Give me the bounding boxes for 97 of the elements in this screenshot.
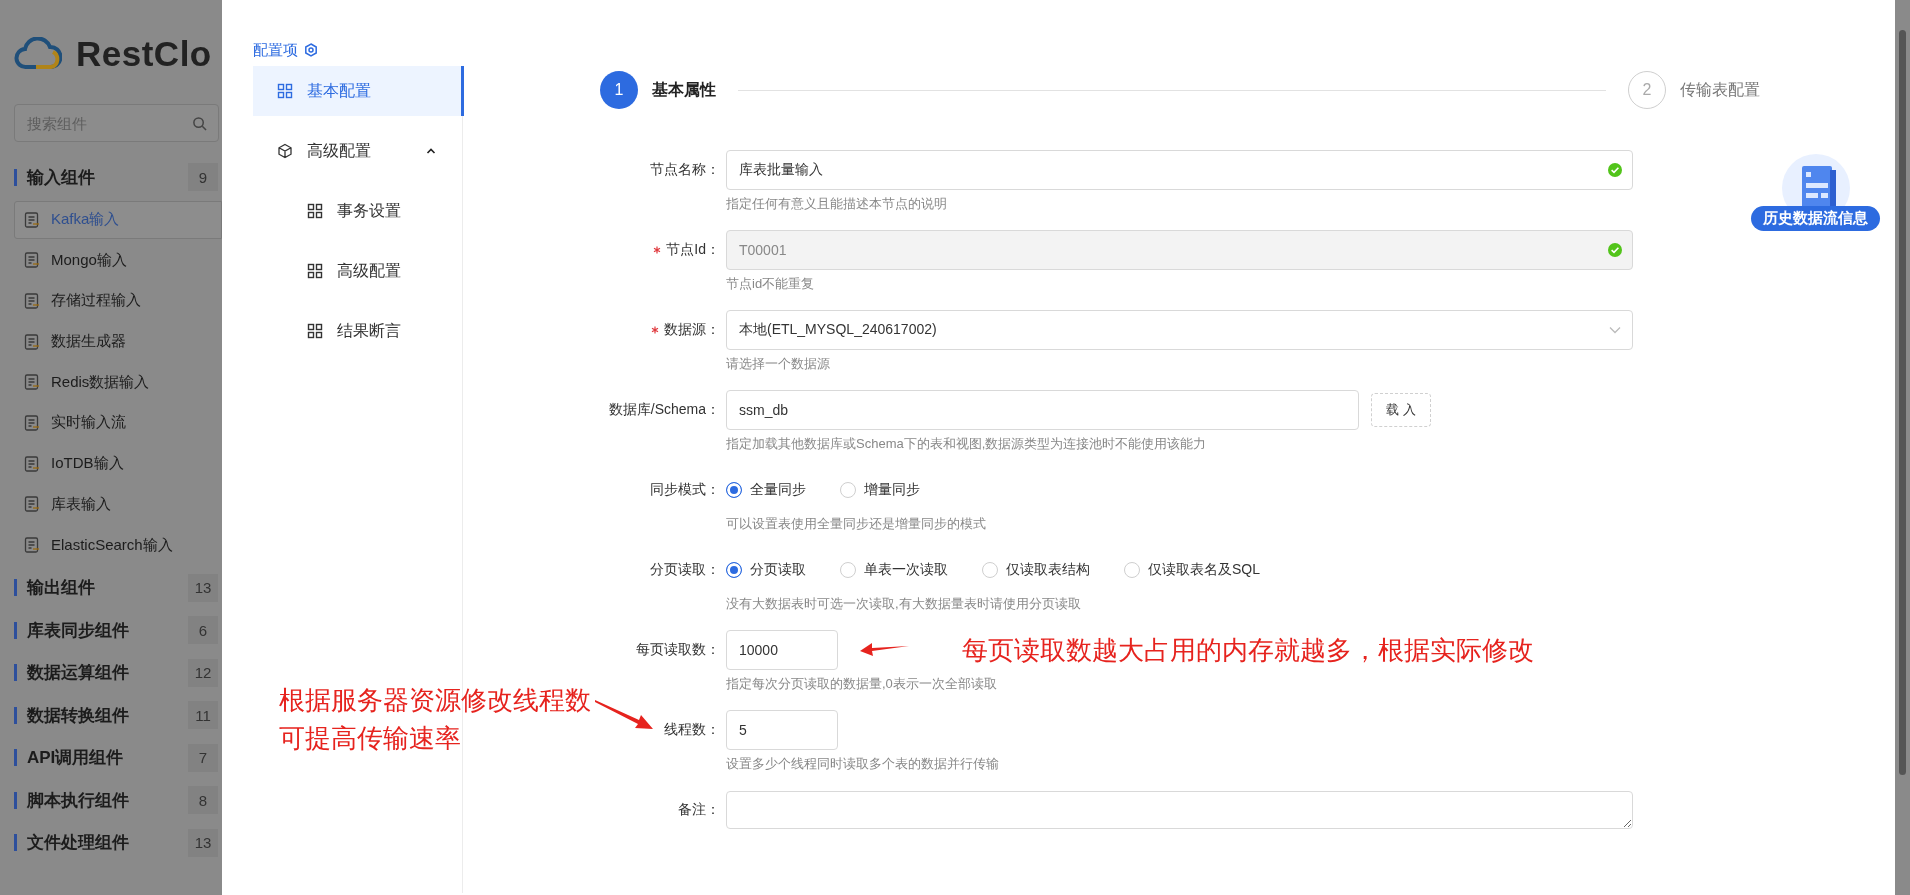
document-icon	[23, 536, 41, 554]
category-title[interactable]: 数据转换组件	[27, 703, 188, 727]
category-title[interactable]: API调用组件	[27, 746, 188, 770]
count-badge: 7	[188, 743, 218, 772]
document-icon	[23, 332, 41, 351]
input-field[interactable]: 5	[726, 710, 838, 750]
panel-title: 配置项	[253, 40, 298, 60]
component-item[interactable]: IoTDB输入	[14, 444, 222, 483]
grid-icon	[307, 263, 323, 279]
count-badge: 13	[188, 573, 218, 602]
annotation-text: 可提高传输速率	[279, 722, 462, 755]
grid-icon	[307, 203, 323, 219]
category-marker	[14, 168, 17, 186]
component-item[interactable]: 库表输入	[14, 485, 222, 524]
field-label: 节点Id：	[666, 241, 720, 259]
select-field[interactable]: 本地(ETL_MYSQL_240617002)	[726, 310, 1633, 350]
radio-button[interactable]	[726, 482, 742, 498]
category-marker	[14, 749, 17, 767]
help-text: 指定任何有意义且能描述本节点的说明	[726, 195, 948, 212]
category-title[interactable]: 库表同步组件	[27, 618, 188, 642]
input-field[interactable]: 库表批量输入	[726, 150, 1633, 190]
count-badge: 11	[188, 701, 218, 730]
field-label: 分页读取：	[650, 561, 720, 579]
category-marker	[14, 579, 17, 597]
settings-icon	[304, 43, 318, 57]
category-marker	[14, 834, 17, 852]
nav-item[interactable]: 高级配置	[253, 246, 464, 296]
history-button[interactable]: 历史数据流信息	[1751, 206, 1880, 231]
component-item[interactable]: 数据生成器	[14, 322, 222, 361]
document-icon	[23, 495, 41, 514]
field-label: 线程数：	[664, 721, 720, 739]
nav-item[interactable]: 事务设置	[253, 186, 464, 236]
search-icon	[192, 116, 207, 131]
help-text: 没有大数据表时可选一次读取,有大数据量表时请使用分页读取	[726, 595, 1082, 612]
help-text: 节点id不能重复	[726, 275, 816, 292]
input-field[interactable]: ssm_db	[726, 390, 1359, 430]
component-item[interactable]: ElasticSearch输入	[14, 526, 222, 564]
input-field[interactable]: 10000	[726, 630, 838, 670]
category-title[interactable]: 脚本执行组件	[27, 788, 188, 812]
arrow-icon	[595, 698, 655, 732]
field-label: 数据库/Schema：	[608, 401, 720, 419]
annotation-text: 每页读取数越大占用的内存就越多，根据实际修改	[962, 633, 1534, 667]
radio-button[interactable]	[726, 562, 742, 578]
component-item[interactable]: 存储过程输入	[14, 281, 222, 320]
step-number: 1	[600, 71, 638, 109]
component-item[interactable]: Mongo输入	[14, 241, 222, 280]
logo-text: RestClo	[76, 34, 212, 74]
help-text: 请选择一个数据源	[726, 355, 831, 372]
document-icon	[23, 251, 41, 270]
document-icon	[23, 210, 41, 229]
grid-icon	[277, 83, 293, 99]
radio-option[interactable]: 仅读取表结构	[982, 561, 1090, 579]
help-text: 指定加载其他数据库或Schema下的表和视图,数据源类型为连接池时不能使用该能力	[726, 435, 1208, 452]
category-marker	[14, 664, 17, 682]
remarks-field[interactable]	[726, 791, 1633, 829]
radio-option[interactable]: 分页读取	[726, 561, 806, 579]
step-label: 基本属性	[652, 79, 716, 100]
category-marker	[14, 791, 17, 809]
help-text: 设置多少个线程同时读取多个表的数据并行传输	[726, 755, 1000, 772]
category-title[interactable]: 数据运算组件	[27, 661, 188, 685]
field-label: 每页读取数：	[636, 641, 720, 659]
category-title[interactable]: 文件处理组件	[27, 831, 188, 855]
help-text: 指定每次分页读取的数据量,0表示一次全部读取	[726, 675, 998, 692]
nav-item[interactable]: 结果断言	[253, 306, 464, 356]
document-icon	[23, 291, 41, 310]
document-icon	[23, 413, 41, 432]
scrollbar[interactable]	[1895, 0, 1910, 895]
nav-item[interactable]: 高级配置	[253, 126, 464, 176]
step-label: 传输表配置	[1680, 79, 1760, 100]
count-badge: 9	[188, 163, 218, 192]
help-text: 可以设置表使用全量同步还是增量同步的模式	[726, 515, 987, 532]
component-item[interactable]: 实时输入流	[14, 403, 222, 442]
category-title[interactable]: 输出组件	[27, 576, 188, 600]
radio-option[interactable]: 全量同步	[726, 481, 806, 499]
count-badge: 6	[188, 616, 218, 645]
category-marker	[14, 621, 17, 639]
category-marker	[14, 706, 17, 724]
radio-option[interactable]: 仅读取表名及SQL	[1124, 561, 1260, 579]
load-button[interactable]: 载 入	[1371, 393, 1431, 427]
field-label: 节点名称：	[650, 161, 720, 179]
component-item[interactable]: Redis数据输入	[14, 363, 222, 402]
annotation-text: 根据服务器资源修改线程数	[279, 684, 591, 717]
cloud-logo-icon	[14, 37, 62, 71]
count-badge: 13	[188, 828, 218, 857]
category-title[interactable]: 输入组件	[27, 165, 188, 189]
field-label: 数据源：	[664, 321, 720, 339]
grid-icon	[307, 323, 323, 339]
field-label: 备注：	[678, 801, 720, 819]
field-label: 同步模式：	[650, 481, 720, 499]
count-badge: 12	[188, 658, 218, 687]
radio-option[interactable]: 单表一次读取	[840, 561, 948, 579]
radio-option[interactable]: 增量同步	[840, 481, 920, 499]
document-icon	[23, 373, 41, 392]
count-badge: 8	[188, 786, 218, 815]
cube-icon	[277, 143, 293, 159]
nav-item[interactable]: 基本配置	[253, 66, 464, 116]
document-icon	[23, 454, 41, 473]
